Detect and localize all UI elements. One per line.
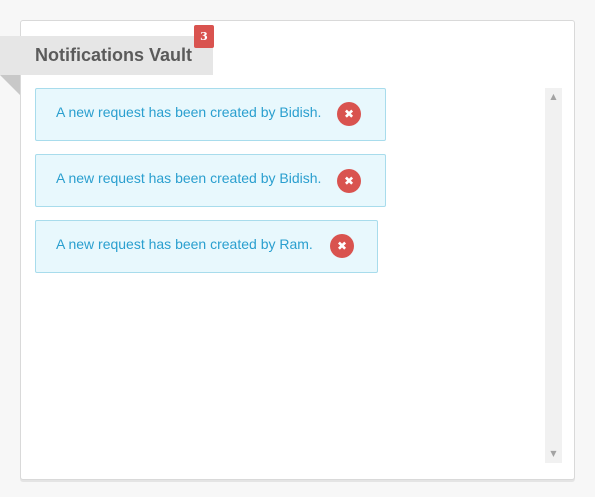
notification-text: A new request has been created by Bidish… xyxy=(56,170,322,186)
ribbon-fold-decoration xyxy=(0,75,20,95)
notification-text: A new request has been created by Ram. xyxy=(56,236,313,252)
panel-title: Notifications Vault xyxy=(35,45,193,65)
notification-item: A new request has been created by Bidish… xyxy=(35,154,386,207)
vertical-scrollbar[interactable]: ▲ ▼ xyxy=(545,88,562,463)
panel-header-ribbon: Notifications Vault xyxy=(0,36,213,75)
dismiss-notification-icon[interactable]: ✖ xyxy=(330,234,354,258)
notification-text: A new request has been created by Bidish… xyxy=(56,104,322,120)
scroll-up-arrow-icon[interactable]: ▲ xyxy=(545,90,562,104)
notification-item: A new request has been created by Bidish… xyxy=(35,88,386,141)
dismiss-notification-icon[interactable]: ✖ xyxy=(337,102,361,126)
dismiss-notification-icon[interactable]: ✖ xyxy=(337,169,361,193)
notification-count-badge: 3 xyxy=(194,25,214,48)
scroll-down-arrow-icon[interactable]: ▼ xyxy=(545,447,562,461)
notification-item: A new request has been created by Ram. ✖ xyxy=(35,220,378,273)
